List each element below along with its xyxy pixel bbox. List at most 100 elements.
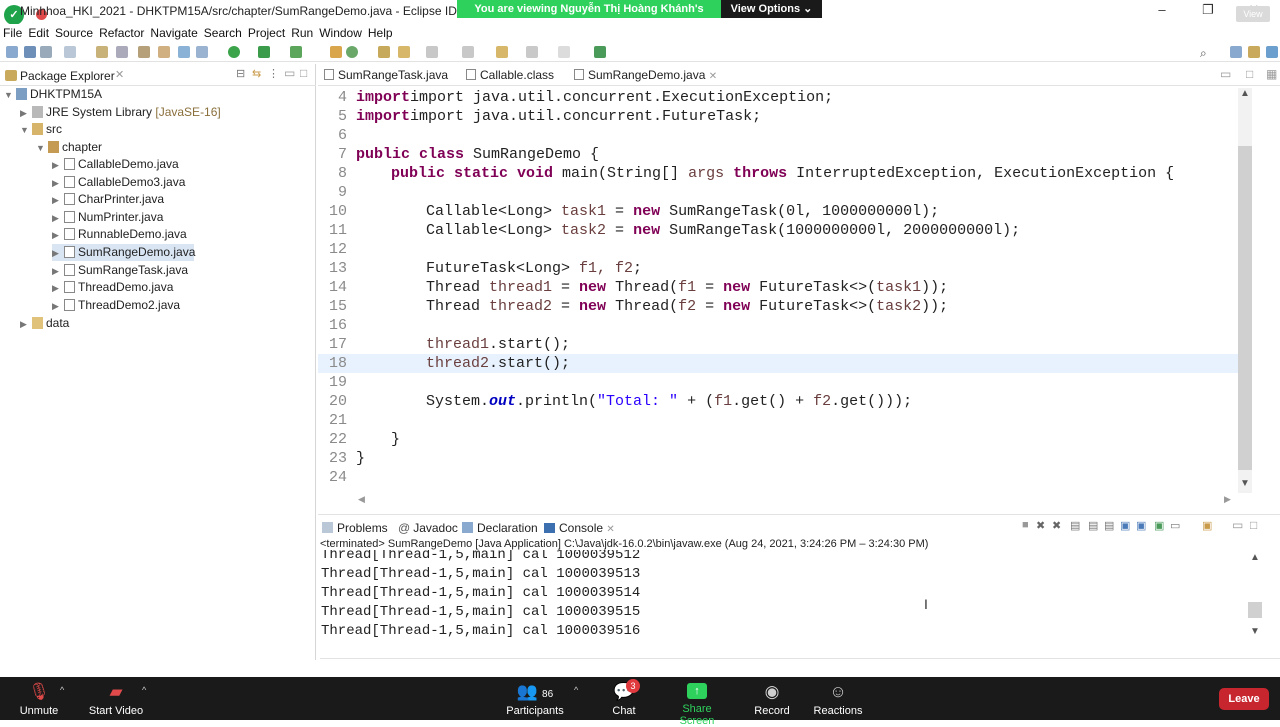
collapse-all-icon[interactable]: ⊟ [236,67,245,80]
close-tab-icon[interactable]: ✕ [709,71,717,82]
link-editor-icon[interactable]: ⇆ [252,67,261,80]
tree-file[interactable]: ▶ SumRangeTask.java [52,262,188,279]
audio-options-icon[interactable]: ^ [60,685,64,695]
search-icon[interactable]: ⌕ [1200,46,1214,60]
maximize-view-icon[interactable]: □ [1250,518,1257,532]
minimize-icon[interactable]: – [1152,2,1172,18]
word-wrap-icon[interactable]: ▤ [1104,519,1114,532]
skip-breakpoints-icon[interactable] [178,46,190,58]
show-on-output-icon[interactable]: ▣ [1120,519,1130,532]
save-all-icon[interactable] [40,46,52,58]
annotation-icon[interactable] [462,46,474,58]
menu-project[interactable]: Project [245,24,288,42]
menu-help[interactable]: Help [365,24,396,42]
print-icon[interactable] [64,46,76,58]
tree-file[interactable]: ▶ CharPrinter.java [52,191,164,208]
tree-project[interactable]: ▼ DHKTPM15A [4,86,102,103]
new-package-icon[interactable] [346,46,358,58]
build-icon[interactable] [158,46,170,58]
console-vertical-scrollbar[interactable]: ▲ ▼ [1248,552,1262,640]
menu-source[interactable]: Source [52,24,96,42]
minimize-view-icon[interactable]: ▭ [284,66,295,80]
tree-file[interactable]: ▶ ThreadDemo2.java [52,297,180,314]
video-options-icon[interactable]: ^ [142,685,146,695]
view-options-button[interactable]: View Options ⌄ [721,0,822,18]
share-screen-button[interactable]: ↑ Share Screen [664,683,730,727]
menu-window[interactable]: Window [316,24,365,42]
tree-file[interactable]: ▶ CallableDemo3.java [52,174,185,191]
console-scroll-thumb[interactable] [1248,602,1262,618]
remove-all-icon[interactable]: ✖ [1052,519,1061,532]
editor-scroll-thumb[interactable] [1238,146,1252,470]
terminate-icon[interactable]: ■ [1022,519,1029,531]
restore-icon[interactable]: ❐ [1198,2,1218,18]
open-perspective-icon[interactable] [1230,46,1242,58]
display-console-icon[interactable]: ▭ [1170,519,1180,532]
menu-edit[interactable]: Edit [25,24,52,42]
tree-jre-library[interactable]: ▶ JRE System Library [JavaSE-16] [20,104,221,121]
tool-icon[interactable] [116,46,128,58]
java-perspective-icon[interactable] [1248,46,1260,58]
minimize-view-icon[interactable]: ▭ [1232,518,1243,532]
side-tool-icon[interactable]: ▦ [1266,67,1277,81]
view-button[interactable]: View [1236,6,1270,22]
search-tool-icon[interactable] [398,46,410,58]
tab-callable-class[interactable]: Callable.class [466,68,554,82]
close-view-icon[interactable]: ✕ [115,68,124,81]
menu-search[interactable]: Search [201,24,245,42]
forward-icon[interactable] [558,46,570,58]
terminal-icon[interactable] [138,46,150,58]
menu-run[interactable]: Run [288,24,316,42]
close-tab-icon[interactable]: ✕ [606,524,614,535]
collapse-toggle-icon[interactable]: ▶ [20,316,32,333]
tree-data-folder[interactable]: ▶ data [20,315,69,332]
tab-sumrangetask[interactable]: SumRangeTask.java [324,68,448,82]
tab-console[interactable]: Console ✕ [544,521,615,535]
open-type-icon[interactable] [378,46,390,58]
toggle-mark-icon[interactable] [426,46,438,58]
tree-file[interactable]: ▶ CallableDemo.java [52,156,179,173]
view-menu-icon[interactable]: ⋮ [268,67,279,80]
last-edit-icon[interactable] [496,46,508,58]
external-tools-icon[interactable] [290,46,302,58]
clear-console-icon[interactable]: ▤ [1070,519,1080,532]
expand-toggle-icon[interactable]: ▼ [36,140,48,157]
tab-javadoc[interactable]: @ Javadoc [398,521,458,535]
tree-src-folder[interactable]: ▼ src [20,121,62,138]
debug-icon[interactable] [196,46,208,58]
menu-refactor[interactable]: Refactor [96,24,147,42]
back-icon[interactable] [526,46,538,58]
scroll-down-icon[interactable]: ▼ [1248,626,1262,637]
participants-options-icon[interactable]: ^ [574,685,578,695]
remove-launch-icon[interactable]: ✖ [1036,519,1045,532]
collapse-toggle-icon[interactable]: ▶ [20,105,32,122]
tree-file[interactable]: ▶ RunnableDemo.java [52,226,187,243]
menu-file[interactable]: File [0,24,25,42]
start-video-button[interactable]: ▰ Start Video [86,683,146,718]
run-icon[interactable] [228,46,240,58]
participants-button[interactable]: 👥 86 Participants [504,683,566,718]
package-explorer-title[interactable]: Package Explorer [20,69,115,83]
new-icon[interactable] [6,46,18,58]
new-java-project-icon[interactable] [330,46,342,58]
reactions-button[interactable]: ☺ Reactions [812,683,864,718]
tab-declaration[interactable]: Declaration [462,521,538,535]
maximize-editor-icon[interactable]: □ [1246,67,1253,81]
scroll-down-icon[interactable]: ▼ [1238,478,1252,489]
tree-package-chapter[interactable]: ▼ chapter [36,139,102,156]
coverage-icon[interactable] [258,46,270,58]
unmute-button[interactable]: 🎙 Unmute [16,683,62,718]
tree-file[interactable]: ▶ ThreadDemo.java [52,279,173,296]
open-console-icon[interactable]: ▣ [1202,519,1212,532]
minimize-editor-icon[interactable]: ▭ [1220,67,1231,81]
scroll-up-icon[interactable]: ▲ [1248,552,1262,563]
record-button[interactable]: ◉ Record [752,683,792,718]
tree-file[interactable]: ▶ NumPrinter.java [52,209,163,226]
tab-sumrangedemo[interactable]: SumRangeDemo.java ✕ [574,68,717,82]
scroll-right-icon[interactable]: ▶ [1224,494,1231,505]
scroll-up-icon[interactable]: ▲ [1238,88,1252,99]
expand-toggle-icon[interactable]: ▼ [4,87,16,104]
save-icon[interactable] [24,46,36,58]
pin-editor-icon[interactable] [594,46,606,58]
scroll-left-icon[interactable]: ◀ [358,494,365,505]
